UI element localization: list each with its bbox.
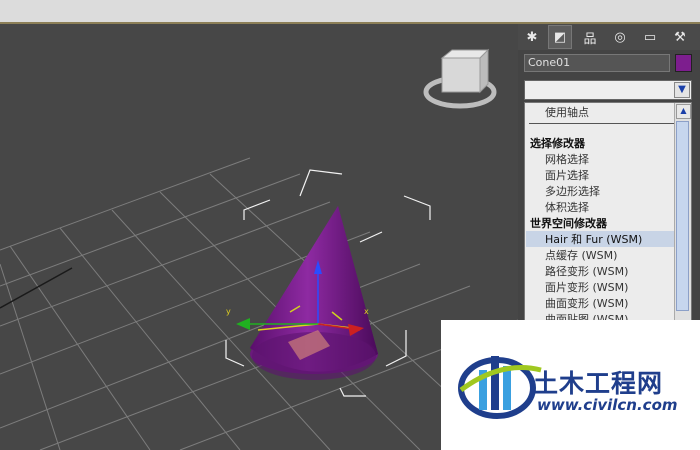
list-item[interactable]: 曲面变形 (WSM) (545, 295, 628, 311)
list-item[interactable]: 多边形选择 (545, 183, 600, 199)
list-item[interactable]: 面片选择 (545, 167, 589, 183)
list-header: 世界空间修改器 (530, 217, 607, 230)
watermark: 土木工程网 www.civilcn.com (441, 320, 700, 450)
display-icon[interactable]: ▭ (638, 25, 662, 49)
list-item[interactable]: 体积选择 (545, 199, 589, 215)
list-header: 选择修改器 (530, 137, 585, 150)
chevron-down-icon[interactable]: ▼ (674, 82, 690, 98)
viewcube-icon (423, 48, 497, 109)
watermark-url: www.civilcn.com (537, 396, 678, 414)
command-panel-tabs: ✱ ◩ 品 ◎ ▭ ⚒ (518, 24, 700, 50)
list-separator (529, 123, 677, 124)
list-item-selected[interactable]: Hair 和 Fur (WSM) (526, 231, 691, 247)
utilities-icon[interactable]: ⚒ (668, 25, 692, 49)
gizmo-x-label: x (364, 307, 369, 316)
hierarchy-icon[interactable]: 品 (578, 25, 602, 49)
modifier-list-dropdown[interactable]: ▼ (524, 80, 692, 100)
list-item[interactable]: 网格选择 (545, 151, 589, 167)
grid-axis-line (0, 267, 73, 309)
modify-icon[interactable]: ◩ (548, 25, 572, 49)
object-name-field[interactable]: Cone01 (524, 54, 670, 72)
scroll-up-icon[interactable]: ▲ (676, 104, 691, 119)
watermark-title: 土木工程网 (533, 369, 664, 398)
modifier-list[interactable]: 使用轴点 选择修改器 网格选择 面片选择 多边形选择 体积选择 世界空间修改器 … (524, 102, 692, 322)
motion-icon[interactable]: ◎ (608, 25, 632, 49)
list-item[interactable]: 使用轴点 (545, 104, 589, 120)
object-color-swatch[interactable] (675, 54, 692, 72)
list-scrollbar[interactable]: ▲ (674, 103, 691, 321)
list-item[interactable]: 点缓存 (WSM) (545, 247, 617, 263)
gizmo-y-label: y (226, 307, 231, 316)
scroll-thumb[interactable] (676, 121, 689, 311)
cone-object (250, 206, 378, 380)
list-item[interactable]: 面片变形 (WSM) (545, 279, 628, 295)
list-item[interactable]: 路径变形 (WSM) (545, 263, 628, 279)
title-bar (0, 0, 700, 24)
create-icon[interactable]: ✱ (520, 25, 544, 49)
